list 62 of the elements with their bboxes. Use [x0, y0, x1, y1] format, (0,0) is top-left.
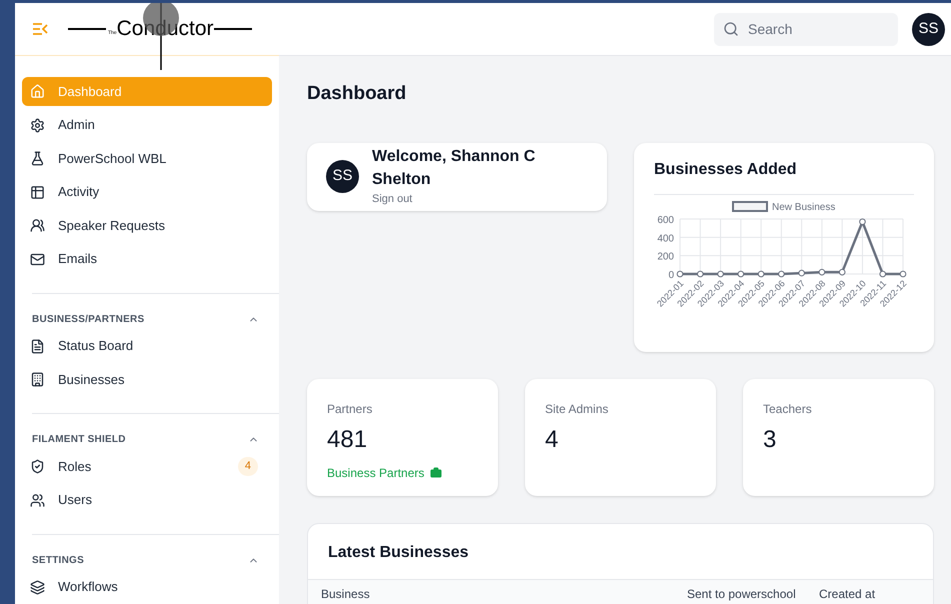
data-point — [838, 268, 846, 275]
data-point — [900, 270, 906, 277]
column-header[interactable]: Created at — [819, 585, 920, 603]
count-badge: 4 — [238, 457, 258, 476]
axis-label: 400 — [657, 232, 674, 244]
shield-icon — [30, 459, 45, 474]
data-point — [798, 269, 805, 276]
chart-legend: New Business — [732, 200, 836, 212]
building-icon — [30, 372, 45, 387]
group-heading: SETTINGS — [32, 554, 84, 568]
data-point — [859, 218, 866, 225]
sign-out-link[interactable]: Sign out — [372, 191, 562, 208]
sidebar-item[interactable]: Emails — [22, 244, 272, 274]
sidebar-item[interactable]: Roles 4 — [22, 452, 266, 481]
avatar: SS — [326, 160, 359, 193]
card-title: Businesses Added — [654, 158, 914, 194]
data-point — [696, 270, 704, 277]
sidebar-item[interactable]: Speaker Requests — [22, 211, 272, 240]
avatar[interactable]: SS — [912, 12, 945, 46]
sidebar-item[interactable]: PowerSchool WBL — [22, 144, 272, 173]
data-point — [758, 270, 764, 277]
search-field[interactable]: Search — [714, 12, 898, 46]
sidebar-item[interactable]: Admin — [22, 110, 272, 140]
flask-icon — [30, 151, 45, 166]
axis-label: 0 — [668, 270, 674, 280]
data-point — [778, 270, 785, 277]
sidebar-item[interactable]: Workflows — [22, 572, 266, 602]
stat-label: Partners — [327, 400, 374, 418]
sidebar-item[interactable]: Activity — [22, 178, 272, 206]
briefcase-icon — [430, 466, 442, 478]
data-point — [717, 270, 724, 277]
document-icon — [30, 338, 45, 354]
data-point — [676, 270, 684, 277]
sidebar-item[interactable]: Users — [22, 486, 266, 514]
axis-label: 200 — [657, 251, 674, 262]
axis-label: 600 — [657, 214, 674, 226]
table-icon — [30, 184, 45, 200]
data-point — [818, 268, 826, 275]
stat-label: Teachers — [763, 400, 813, 418]
data-point — [879, 270, 886, 277]
legend-label: New Business — [772, 202, 836, 212]
users-icon — [30, 492, 45, 508]
sidebar-item[interactable]: Businesses — [22, 365, 266, 394]
home-icon — [30, 84, 45, 99]
search-icon — [723, 20, 739, 36]
stat-value: 4 — [545, 424, 560, 454]
group-heading: BUSINESS/PARTNERS — [32, 312, 144, 326]
column-header[interactable]: Sent to powerschool — [687, 585, 819, 603]
stack-icon — [30, 580, 45, 594]
stat-value: 481 — [327, 424, 368, 454]
data-point — [738, 270, 744, 277]
card-title: Latest Businesses — [327, 542, 470, 562]
sidebar-item[interactable]: Status Board — [22, 332, 266, 360]
stat-label: Site Admins — [545, 400, 610, 418]
column-header[interactable]: Business — [321, 585, 687, 603]
welcome-heading: Welcome, Shannon C Shelton — [372, 147, 536, 190]
people-icon — [30, 218, 45, 233]
stat-value: 3 — [763, 424, 778, 454]
gear-icon — [30, 118, 45, 132]
page-title: Dashboard — [307, 82, 408, 106]
group-heading: FILAMENT SHIELD — [32, 433, 126, 447]
mail-icon — [30, 252, 45, 266]
